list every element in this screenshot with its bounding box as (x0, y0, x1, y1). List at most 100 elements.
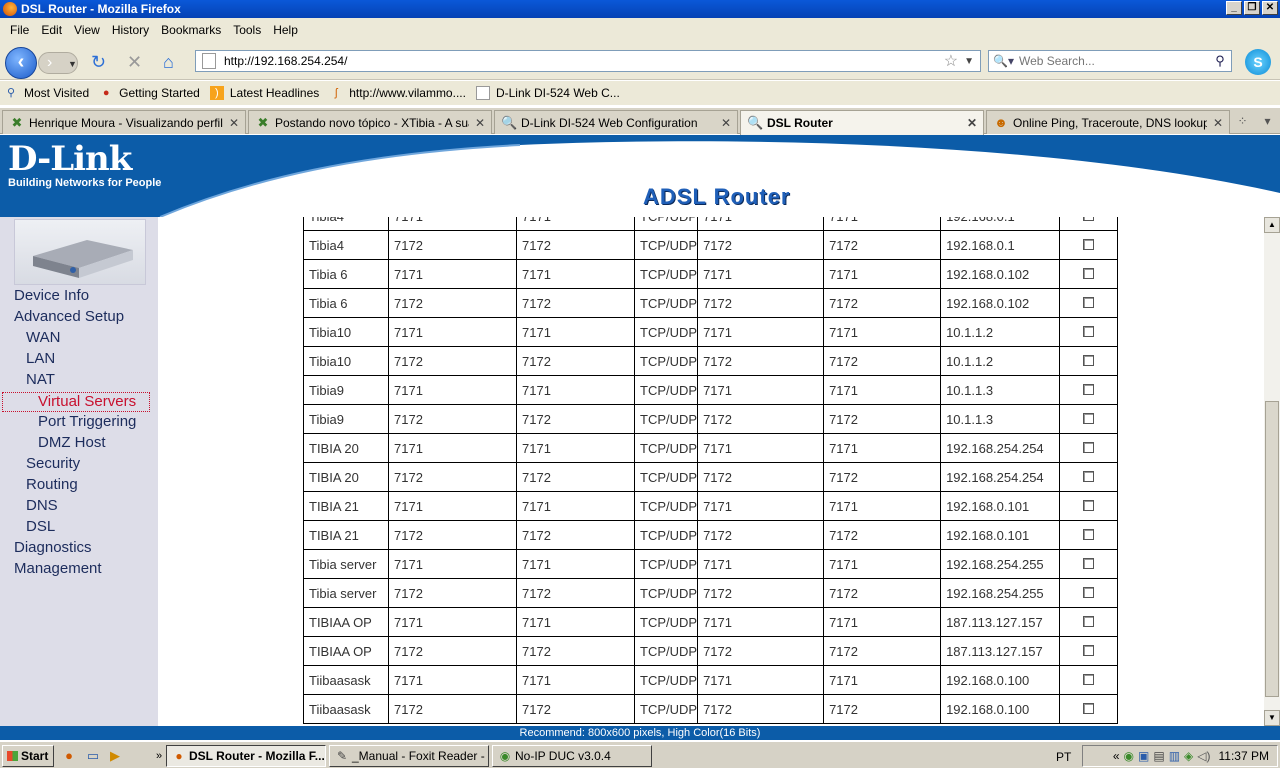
remove-checkbox[interactable] (1083, 238, 1095, 250)
tab-list-icon[interactable]: ▾ (1255, 110, 1280, 132)
external-port-end-cell: 7172 (516, 230, 635, 260)
tray-expand-icon[interactable]: « (1113, 749, 1120, 763)
tab-online-ping[interactable]: ☻ Online Ping, Traceroute, DNS lookup, ..… (986, 110, 1230, 134)
nav-lan[interactable]: LAN (26, 350, 55, 368)
search-input[interactable] (1019, 54, 1209, 68)
bookmark-getting-started[interactable]: ● Getting Started (99, 86, 200, 100)
tab-dsl-router[interactable]: 🔍 DSL Router ✕ (740, 110, 984, 135)
remove-checkbox[interactable] (1083, 441, 1095, 453)
start-button[interactable]: Start (2, 745, 54, 767)
tray-safely-remove-icon[interactable]: ▤ (1153, 749, 1164, 763)
volume-icon[interactable]: ◁) (1197, 749, 1210, 763)
search-bar[interactable]: 🔍▾ ⚲ (988, 50, 1232, 72)
tab-close-icon[interactable]: ✕ (967, 116, 977, 130)
menu-help[interactable]: Help (273, 23, 298, 37)
media-quicklaunch-icon[interactable]: ▶ (106, 747, 124, 765)
bookmark-vilammo[interactable]: ʃ http://www.vilammo.... (329, 86, 466, 100)
restore-button[interactable]: ❐ (1244, 1, 1260, 15)
vertical-scrollbar[interactable]: ▲ ▼ (1264, 217, 1280, 726)
menu-bookmarks[interactable]: Bookmarks (161, 23, 221, 37)
nav-diagnostics[interactable]: Diagnostics (14, 539, 92, 557)
address-bar[interactable]: ☆ ▼ (195, 50, 981, 72)
remove-checkbox[interactable] (1083, 586, 1095, 598)
nav-port-triggering[interactable]: Port Triggering (38, 413, 136, 431)
scroll-down-arrow-icon[interactable]: ▼ (1264, 710, 1280, 726)
url-input[interactable] (224, 54, 944, 68)
task-no-ip-duc[interactable]: ◉ No-IP DUC v3.0.4 (492, 745, 652, 767)
task-foxit-reader[interactable]: ✎ _Manual - Foxit Reader - ... (329, 745, 489, 767)
remove-checkbox[interactable] (1083, 354, 1095, 366)
tab-dlink-configuration[interactable]: 🔍 D-Link DI-524 Web Configuration ✕ (494, 110, 738, 134)
nav-nat[interactable]: NAT (26, 371, 55, 389)
tab-close-icon[interactable]: ✕ (1213, 116, 1223, 130)
external-port-start-cell: 7172 (388, 694, 517, 724)
bookmark-latest-headlines[interactable]: ) Latest Headlines (209, 86, 319, 100)
menu-file[interactable]: File (10, 23, 29, 37)
table-row: TIBIAA OP 7172 7172 TCP/UDP 7172 7172 187.113.… (303, 636, 1119, 666)
nav-advanced-setup[interactable]: Advanced Setup (14, 308, 124, 326)
tab-postando-novo-topico[interactable]: ✖ Postando novo tópico - XTibia - A sua .… (248, 110, 492, 134)
scrollbar-thumb[interactable] (1265, 401, 1279, 697)
history-dropdown-icon[interactable]: ▼ (68, 54, 77, 74)
firefox-quicklaunch-icon[interactable]: ● (60, 747, 78, 765)
menu-tools[interactable]: Tools (233, 23, 261, 37)
tray-lan-icon[interactable]: ▥ (1169, 749, 1180, 763)
remove-checkbox[interactable] (1083, 644, 1095, 656)
menu-history[interactable]: History (112, 23, 149, 37)
menu-edit[interactable]: Edit (41, 23, 62, 37)
back-button[interactable]: ‹ (5, 47, 37, 79)
minimize-button[interactable]: _ (1226, 1, 1242, 15)
remove-checkbox[interactable] (1083, 702, 1095, 714)
remove-checkbox[interactable] (1083, 383, 1095, 395)
nav-security[interactable]: Security (26, 455, 80, 473)
table-row: Tibia4 7172 7172 TCP/UDP 7172 7172 192.168.0.1 (303, 230, 1119, 260)
nav-dns[interactable]: DNS (26, 497, 58, 515)
tab-close-icon[interactable]: ✕ (475, 116, 485, 130)
nav-dmz-host[interactable]: DMZ Host (38, 434, 106, 452)
remove-checkbox[interactable] (1083, 217, 1095, 221)
remove-checkbox[interactable] (1083, 615, 1095, 627)
remove-checkbox[interactable] (1083, 296, 1095, 308)
nav-management[interactable]: Management (14, 560, 102, 578)
tab-henrique-moura[interactable]: ✖ Henrique Moura - Visualizando perfil - … (2, 110, 246, 134)
remove-checkbox[interactable] (1083, 470, 1095, 482)
url-dropdown-icon[interactable]: ▼ (964, 56, 974, 67)
skype-icon[interactable]: S (1245, 49, 1271, 75)
scroll-up-arrow-icon[interactable]: ▲ (1264, 217, 1280, 233)
tray-connection-icon[interactable]: ◈ (1184, 749, 1193, 763)
bookmark-star-icon[interactable]: ☆ (944, 51, 958, 71)
nav-virtual-servers[interactable]: Virtual Servers (2, 392, 150, 412)
bookmark-dlink-di524[interactable]: D-Link DI-524 Web C... (475, 86, 620, 100)
search-go-icon[interactable]: ⚲ (1209, 53, 1231, 69)
remove-checkbox[interactable] (1083, 557, 1095, 569)
remove-checkbox[interactable] (1083, 412, 1095, 424)
internal-port-end-cell: 7172 (823, 404, 942, 434)
tray-network-icon[interactable]: ▣ (1138, 749, 1149, 763)
menu-view[interactable]: View (74, 23, 100, 37)
tab-scroll-icon[interactable]: ⁘ (1230, 110, 1255, 132)
nav-wan[interactable]: WAN (26, 329, 60, 347)
tab-close-icon[interactable]: ✕ (721, 116, 731, 130)
nav-device-info[interactable]: Device Info (14, 287, 89, 305)
remove-checkbox[interactable] (1083, 673, 1095, 685)
search-engine-icon[interactable]: 🔍▾ (989, 54, 1019, 68)
external-port-end-cell: 7172 (516, 404, 635, 434)
stop-icon[interactable]: ✕ (127, 52, 142, 72)
close-window-button[interactable]: ✕ (1262, 1, 1278, 15)
home-icon[interactable]: ⌂ (163, 52, 174, 72)
task-dsl-router-firefox[interactable]: ● DSL Router - Mozilla F... (166, 745, 326, 767)
language-indicator[interactable]: PT (1056, 750, 1071, 764)
tray-noip-icon[interactable]: ◉ (1124, 749, 1134, 763)
bookmark-most-visited[interactable]: ⚲ Most Visited (4, 86, 89, 100)
reload-icon[interactable]: ↻ (91, 52, 106, 72)
remove-checkbox[interactable] (1083, 499, 1095, 511)
desktop-quicklaunch-icon[interactable]: ▭ (84, 747, 102, 765)
nav-dsl[interactable]: DSL (26, 518, 55, 536)
nav-routing[interactable]: Routing (26, 476, 78, 494)
remove-checkbox[interactable] (1083, 528, 1095, 540)
remove-checkbox[interactable] (1083, 267, 1095, 279)
remove-checkbox[interactable] (1083, 325, 1095, 337)
tab-close-icon[interactable]: ✕ (229, 116, 239, 130)
external-port-end-cell: 7171 (516, 259, 635, 289)
server-name-cell: Tibia server (303, 578, 389, 608)
